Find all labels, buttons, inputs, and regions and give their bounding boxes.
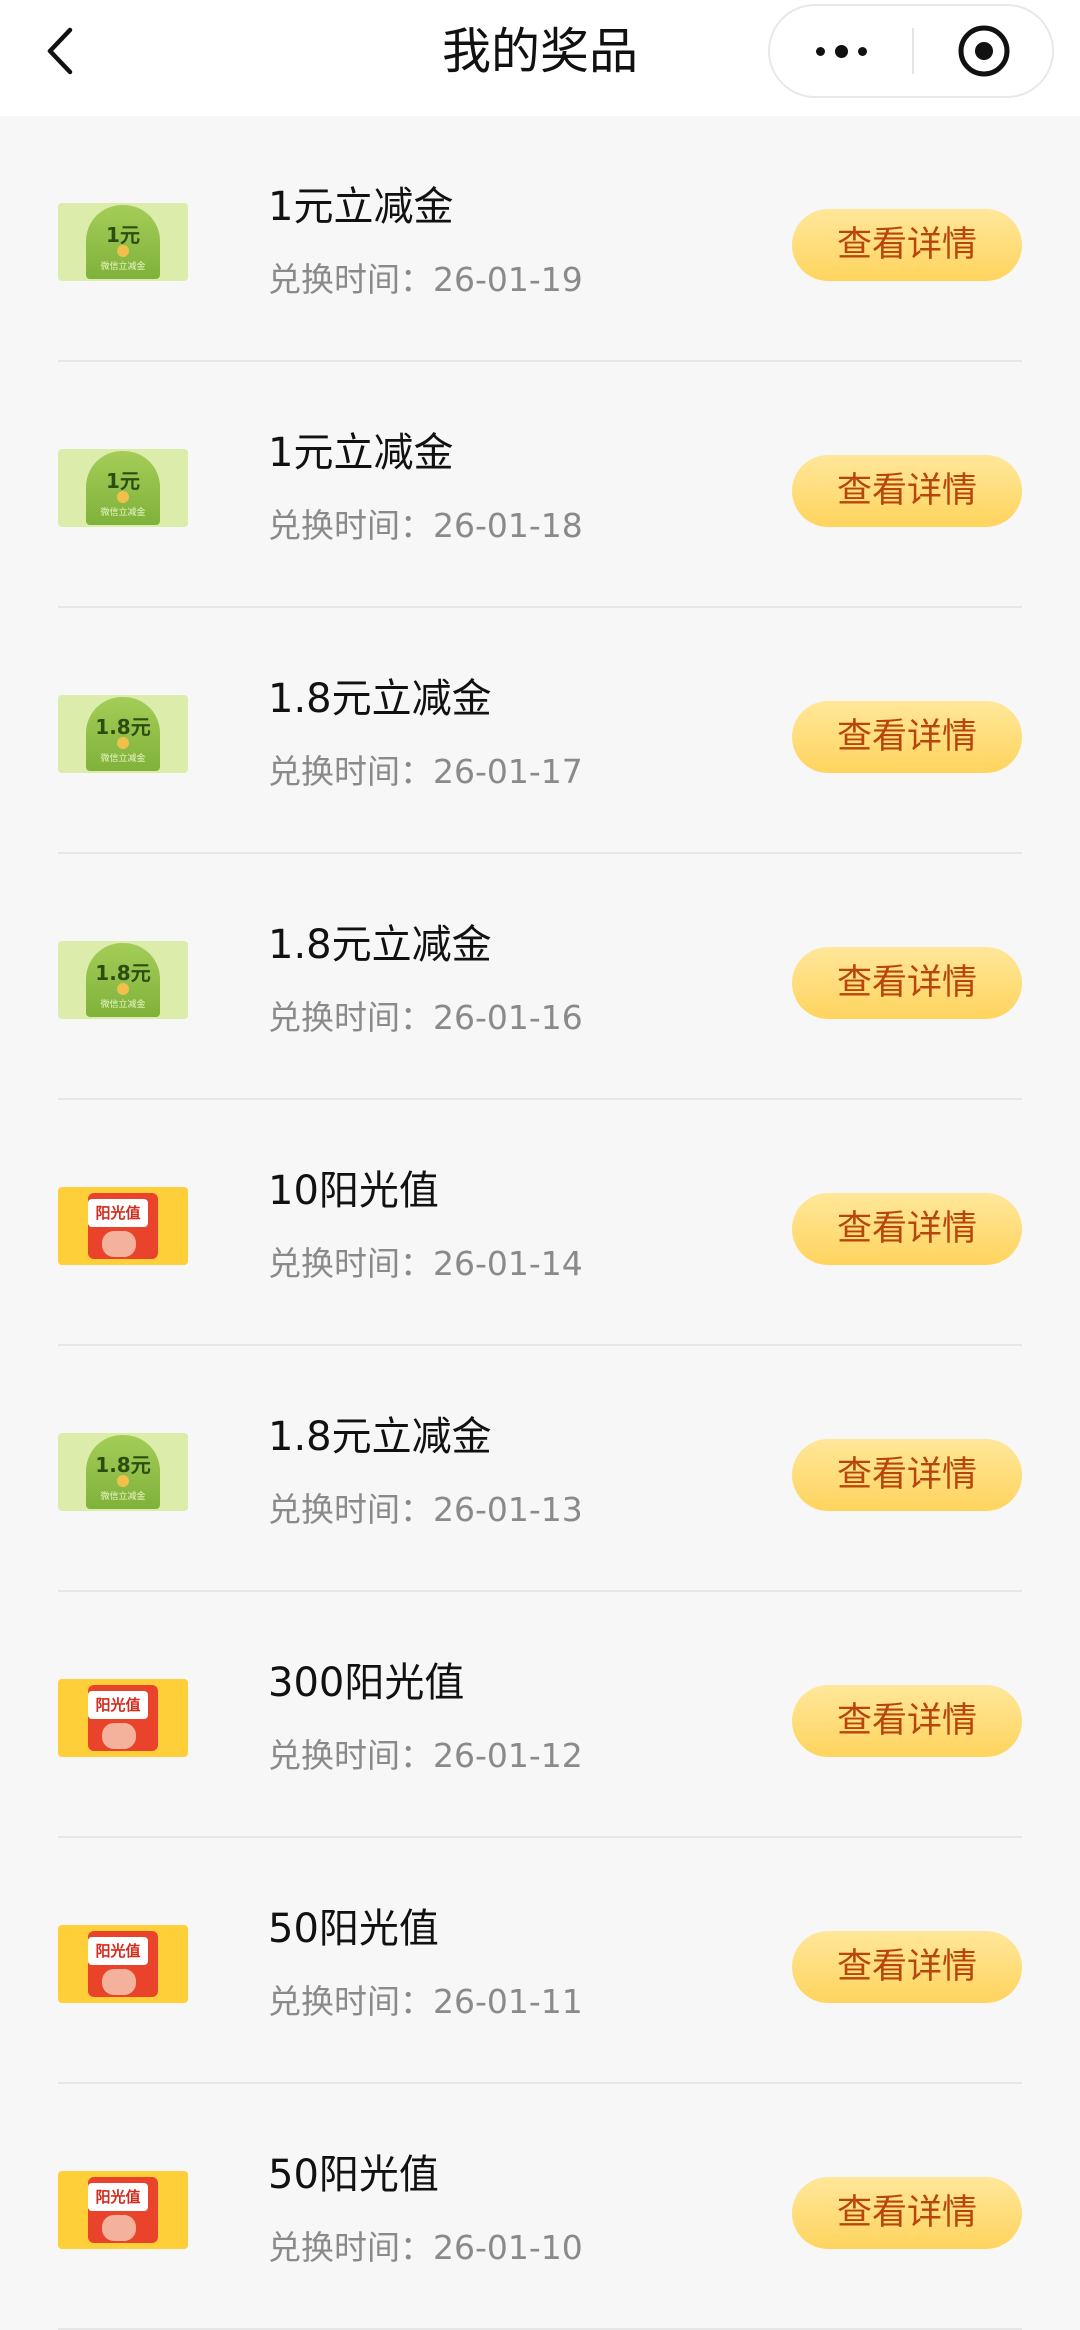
view-details-button[interactable]: 查看详情 [792,455,1022,527]
thumb-value: 1元 [106,223,140,247]
prize-item: 1.8元微信立减金 1.8元立减金兑换时间：26-01-16 查看详情 [0,854,1080,1100]
redeem-time: 兑换时间：26-01-17 [268,750,583,794]
hand-icon [102,2215,136,2241]
prize-name: 300阳光值 [268,1660,465,1706]
redeem-time-label: 兑换时间： [268,752,433,791]
prize-item: 1.8元微信立减金 1.8元立减金兑换时间：26-01-13 查看详情 [0,1346,1080,1592]
redeem-time: 兑换时间：26-01-13 [268,1488,583,1532]
prize-name: 1.8元立减金 [268,676,492,722]
prize-name: 50阳光值 [268,1906,439,1952]
coin-icon [117,983,129,995]
thumb-subtitle: 微信立减金 [100,754,146,764]
prize-name: 1.8元立减金 [268,1414,492,1460]
redeem-time-label: 兑换时间： [268,1982,433,2021]
red-envelope-shape: 1.8元微信立减金 [86,1435,160,1509]
prize-item: 阳光值 10阳光值兑换时间：26-01-14 查看详情 [0,1100,1080,1346]
thumb-label: 阳光值 [88,1937,148,1965]
red-envelope-shape: 1元微信立减金 [86,205,160,279]
more-button[interactable] [770,6,912,96]
redeem-time: 兑换时间：26-01-10 [268,2226,583,2270]
redeem-time-value: 26-01-18 [433,506,583,545]
thumb-subtitle: 微信立减金 [100,508,146,518]
view-details-button[interactable]: 查看详情 [792,1685,1022,1757]
coin-icon [117,1475,129,1487]
prize-name: 1元立减金 [268,184,454,230]
view-details-button[interactable]: 查看详情 [792,1439,1022,1511]
view-details-button[interactable]: 查看详情 [792,1931,1022,2003]
coin-icon [117,491,129,503]
prize-item: 1元微信立减金 1元立减金兑换时间：26-01-18 查看详情 [0,362,1080,608]
hand-icon [102,1969,136,1995]
target-icon [958,25,1010,77]
prize-thumbnail: 阳光值 [58,1679,188,1757]
close-mini-program-button[interactable] [914,6,1054,96]
redeem-time-value: 26-01-14 [433,1244,583,1283]
redeem-time: 兑换时间：26-01-19 [268,258,583,302]
mini-program-capsule [768,4,1054,98]
thumb-label: 阳光值 [88,1691,148,1719]
prize-thumbnail: 1.8元微信立减金 [58,695,188,773]
redeem-time-label: 兑换时间： [268,998,433,1037]
prize-item: 阳光值 50阳光值兑换时间：26-01-11 查看详情 [0,1838,1080,2084]
prize-name: 10阳光值 [268,1168,439,1214]
redeem-time-value: 26-01-17 [433,752,583,791]
hand-icon [102,1723,136,1749]
thumb-label: 阳光值 [88,2183,148,2211]
redeem-time-value: 26-01-19 [433,260,583,299]
red-envelope-shape: 1元微信立减金 [86,451,160,525]
redeem-time-value: 26-01-10 [433,2228,583,2267]
thumb-subtitle: 微信立减金 [100,1000,146,1010]
redeem-time: 兑换时间：26-01-18 [268,504,583,548]
redeem-time: 兑换时间：26-01-11 [268,1980,583,2024]
redeem-time-value: 26-01-16 [433,998,583,1037]
thumb-subtitle: 微信立减金 [100,1492,146,1502]
thumb-value: 1.8元 [95,961,151,985]
thumb-value: 1.8元 [95,1453,151,1477]
redeem-time: 兑换时间：26-01-12 [268,1734,583,1778]
prize-thumbnail: 1元微信立减金 [58,203,188,281]
view-details-button[interactable]: 查看详情 [792,947,1022,1019]
prize-thumbnail: 1.8元微信立减金 [58,1433,188,1511]
redeem-time-label: 兑换时间： [268,1736,433,1775]
prize-item: 1.8元微信立减金 1.8元立减金兑换时间：26-01-17 查看详情 [0,608,1080,854]
coin-icon [117,737,129,749]
thumb-value: 1.8元 [95,715,151,739]
prize-item: 阳光值 50阳光值兑换时间：26-01-10 查看详情 [0,2084,1080,2330]
thumb-subtitle: 微信立减金 [100,262,146,272]
redeem-time-value: 26-01-12 [433,1736,583,1775]
prize-thumbnail: 1.8元微信立减金 [58,941,188,1019]
redeem-time: 兑换时间：26-01-16 [268,996,583,1040]
redeem-time-value: 26-01-13 [433,1490,583,1529]
redeem-time-label: 兑换时间： [268,1244,433,1283]
redeem-time-value: 26-01-11 [433,1982,583,2021]
redeem-time-label: 兑换时间： [268,260,433,299]
nav-bar: 我的奖品 [0,0,1080,116]
redeem-time-label: 兑换时间： [268,1490,433,1529]
redeem-time-label: 兑换时间： [268,2228,433,2267]
redeem-time-label: 兑换时间： [268,506,433,545]
prize-thumbnail: 阳光值 [58,2171,188,2249]
thumb-label: 阳光值 [88,1199,148,1227]
more-dots-icon [815,44,867,58]
view-details-button[interactable]: 查看详情 [792,2177,1022,2249]
coin-icon [117,245,129,257]
red-envelope-shape: 1.8元微信立减金 [86,943,160,1017]
red-envelope-shape: 1.8元微信立减金 [86,697,160,771]
prize-item: 1元微信立减金 1元立减金兑换时间：26-01-19 查看详情 [0,116,1080,362]
prize-name: 1元立减金 [268,430,454,476]
view-details-button[interactable]: 查看详情 [792,701,1022,773]
prize-item: 阳光值 300阳光值兑换时间：26-01-12 查看详情 [0,1592,1080,1838]
view-details-button[interactable]: 查看详情 [792,1193,1022,1265]
view-details-button[interactable]: 查看详情 [792,209,1022,281]
hand-icon [102,1231,136,1257]
prize-thumbnail: 阳光值 [58,1187,188,1265]
prize-thumbnail: 阳光值 [58,1925,188,2003]
prize-thumbnail: 1元微信立减金 [58,449,188,527]
prize-name: 50阳光值 [268,2152,439,2198]
redeem-time: 兑换时间：26-01-14 [268,1242,583,1286]
thumb-value: 1元 [106,469,140,493]
prize-name: 1.8元立减金 [268,922,492,968]
